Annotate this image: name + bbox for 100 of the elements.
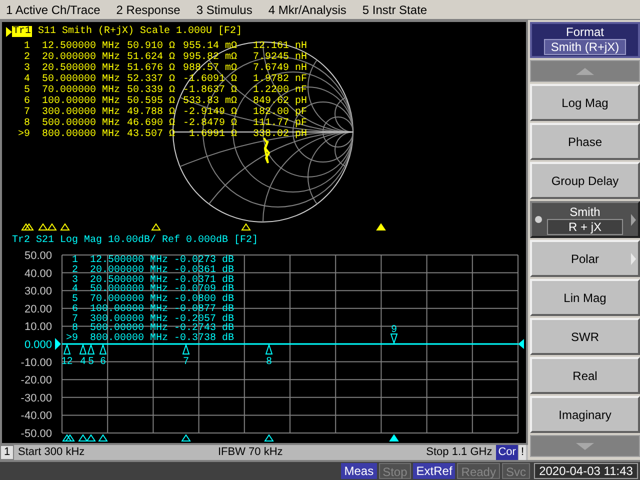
marker-reactance: 1.6991 Ω: [188, 129, 237, 140]
marker-reactance: -2.9149 Ω: [182, 107, 237, 118]
axis-tick-label: 50.00: [24, 250, 52, 262]
marker-frequency: 70.000000 MHz: [40, 85, 120, 96]
marker-number: 1: [22, 41, 30, 52]
marker-number: >9: [16, 129, 30, 140]
menu-item[interactable]: 3 Stimulus: [194, 0, 254, 18]
axis-tick-label: 40.00: [24, 268, 52, 280]
status-indicator: Svc: [502, 463, 530, 479]
marker-flag-label: 4: [80, 356, 86, 367]
reference-level-icon: [518, 339, 524, 349]
marker-number: 3: [22, 63, 30, 74]
softkey-button[interactable]: Log Mag: [530, 84, 640, 121]
trace-label[interactable]: Tr2: [12, 232, 30, 248]
status-indicator: Meas: [341, 463, 377, 479]
marker-frequency: 100.00000 MHz: [40, 96, 120, 107]
down-arrow-icon: [576, 442, 594, 450]
axis-tick-label: 30.00: [24, 286, 52, 298]
status-indicator: Stop: [378, 463, 412, 479]
warning-indicator: !: [518, 445, 526, 460]
axis-tick-label: -50.00: [20, 428, 52, 440]
marker-resistance: 49.788 Ω: [126, 107, 175, 118]
menu-item[interactable]: 2 Response: [114, 0, 182, 18]
marker-frequency: 300.00000 MHz: [40, 107, 120, 118]
marker-frequency: 500.00000 MHz: [88, 324, 168, 334]
submenu-arrow-icon: [631, 253, 636, 265]
marker-flag-label: 6: [100, 356, 106, 367]
marker-frequency: 800.00000 MHz: [88, 334, 168, 344]
reference-level-icon: [55, 338, 61, 350]
marker-number: 6: [22, 96, 30, 107]
marker-frequency: 300.00000 MHz: [88, 314, 168, 324]
menu-item[interactable]: 1 Active Ch/Trace: [4, 0, 102, 18]
marker-flag-label: 12: [61, 356, 73, 367]
softkey-button[interactable]: Phase: [530, 123, 640, 160]
if-bandwidth: IFBW 70 kHz: [218, 445, 284, 460]
marker-resistance: 52.337 Ω: [126, 74, 175, 85]
marker-resistance: 50.910 Ω: [126, 41, 175, 52]
axis-tick-label: 10.00: [24, 321, 52, 334]
up-arrow-icon: [576, 68, 594, 74]
marker-frequency: 12.500000 MHz: [40, 41, 120, 52]
marker-resistance: 50.595 Ω: [126, 96, 175, 107]
marker-value: -0.3738 dB: [172, 334, 234, 344]
marker-number: 1: [70, 256, 78, 266]
marker-frequency: 20.500000 MHz: [88, 276, 168, 286]
marker-resistance: 51.624 Ω: [126, 52, 175, 63]
marker-inductance-capacitance: 182.00 pF: [252, 107, 307, 118]
marker-frequency: 20.500000 MHz: [40, 63, 120, 74]
stop-frequency: Stop 1.1 GHz: [425, 445, 494, 460]
trace-header: S11 Smith (R+jX) Scale 1.000U [F2]: [38, 24, 242, 39]
softkey-value: Smith (R+jX): [544, 39, 626, 55]
marker-value: -0.0800 dB: [172, 295, 234, 305]
marker-inductance-capacitance: 7.9245 nH: [252, 52, 307, 63]
axis-tick-label: -10.00: [20, 356, 52, 369]
softkey-button[interactable]: Imaginary: [530, 396, 640, 433]
menu-item[interactable]: 5 Instr State: [360, 0, 430, 18]
scroll-down-button[interactable]: [530, 435, 640, 457]
date-time: 2020-04-03 11:43: [534, 463, 638, 479]
channel-number: 1: [0, 445, 14, 460]
axis-tick-label: -20.00: [20, 374, 52, 387]
marker-value: -0.0709 dB: [172, 285, 234, 295]
softkey-title: Format: [566, 25, 604, 39]
axis-tick-label: -40.00: [20, 410, 52, 422]
softkey-sublabel: R + jX: [547, 218, 623, 234]
softkey-button[interactable]: Group Delay: [530, 162, 640, 199]
marker-number: 2: [70, 266, 78, 276]
marker-number: >9: [64, 334, 78, 344]
marker-frequency: 50.000000 MHz: [88, 285, 168, 295]
marker-inductance-capacitance: 7.6749 nH: [252, 63, 307, 74]
marker-number: 8: [22, 118, 30, 129]
axis-tick-label: 0.000: [24, 339, 52, 351]
marker-flag-label: 9: [391, 324, 397, 335]
marker-value: -0.0273 dB: [172, 256, 234, 266]
marker-number: 7: [22, 107, 30, 118]
marker-number: 4: [70, 285, 78, 295]
marker-flag-label: 7: [183, 356, 189, 367]
marker-frequency: 12.500000 MHz: [88, 256, 168, 266]
marker-value: -0.0877 dB: [172, 304, 234, 314]
softkey-button[interactable]: Polar: [530, 240, 640, 277]
marker-inductance-capacitance: 338.02 pH: [252, 129, 307, 140]
marker-number: 5: [22, 85, 30, 96]
status-indicator: Ready: [457, 463, 500, 479]
softkey-button[interactable]: Real: [530, 357, 640, 394]
marker-inductance-capacitance: 111.77 pF: [252, 118, 307, 129]
marker-reactance: -1.8637 Ω: [182, 85, 237, 96]
marker-number: 2: [22, 52, 30, 63]
marker-number: 7: [70, 314, 78, 324]
marker-frequency: 70.000000 MHz: [88, 295, 168, 305]
status-indicator: ExtRef: [413, 463, 456, 479]
marker-inductance-capacitance: 1.9782 nF: [252, 74, 307, 85]
marker-resistance: 51.676 Ω: [126, 63, 175, 74]
marker-value: -0.0361 dB: [172, 266, 234, 276]
trace-label[interactable]: Tr1: [12, 26, 32, 37]
menu-item[interactable]: 4 Mkr/Analysis: [266, 0, 348, 18]
softkey-button[interactable]: Smith R + jX: [530, 201, 640, 238]
marker-frequency: 800.00000 MHz: [40, 129, 120, 140]
marker-frequency: 20.000000 MHz: [40, 52, 120, 63]
scroll-up-button[interactable]: [530, 60, 640, 82]
trace-header: S21 Log Mag 10.00dB/ Ref 0.000dB [F2]: [36, 234, 258, 248]
softkey-button[interactable]: Lin Mag: [530, 279, 640, 316]
softkey-button[interactable]: SWR: [530, 318, 640, 355]
